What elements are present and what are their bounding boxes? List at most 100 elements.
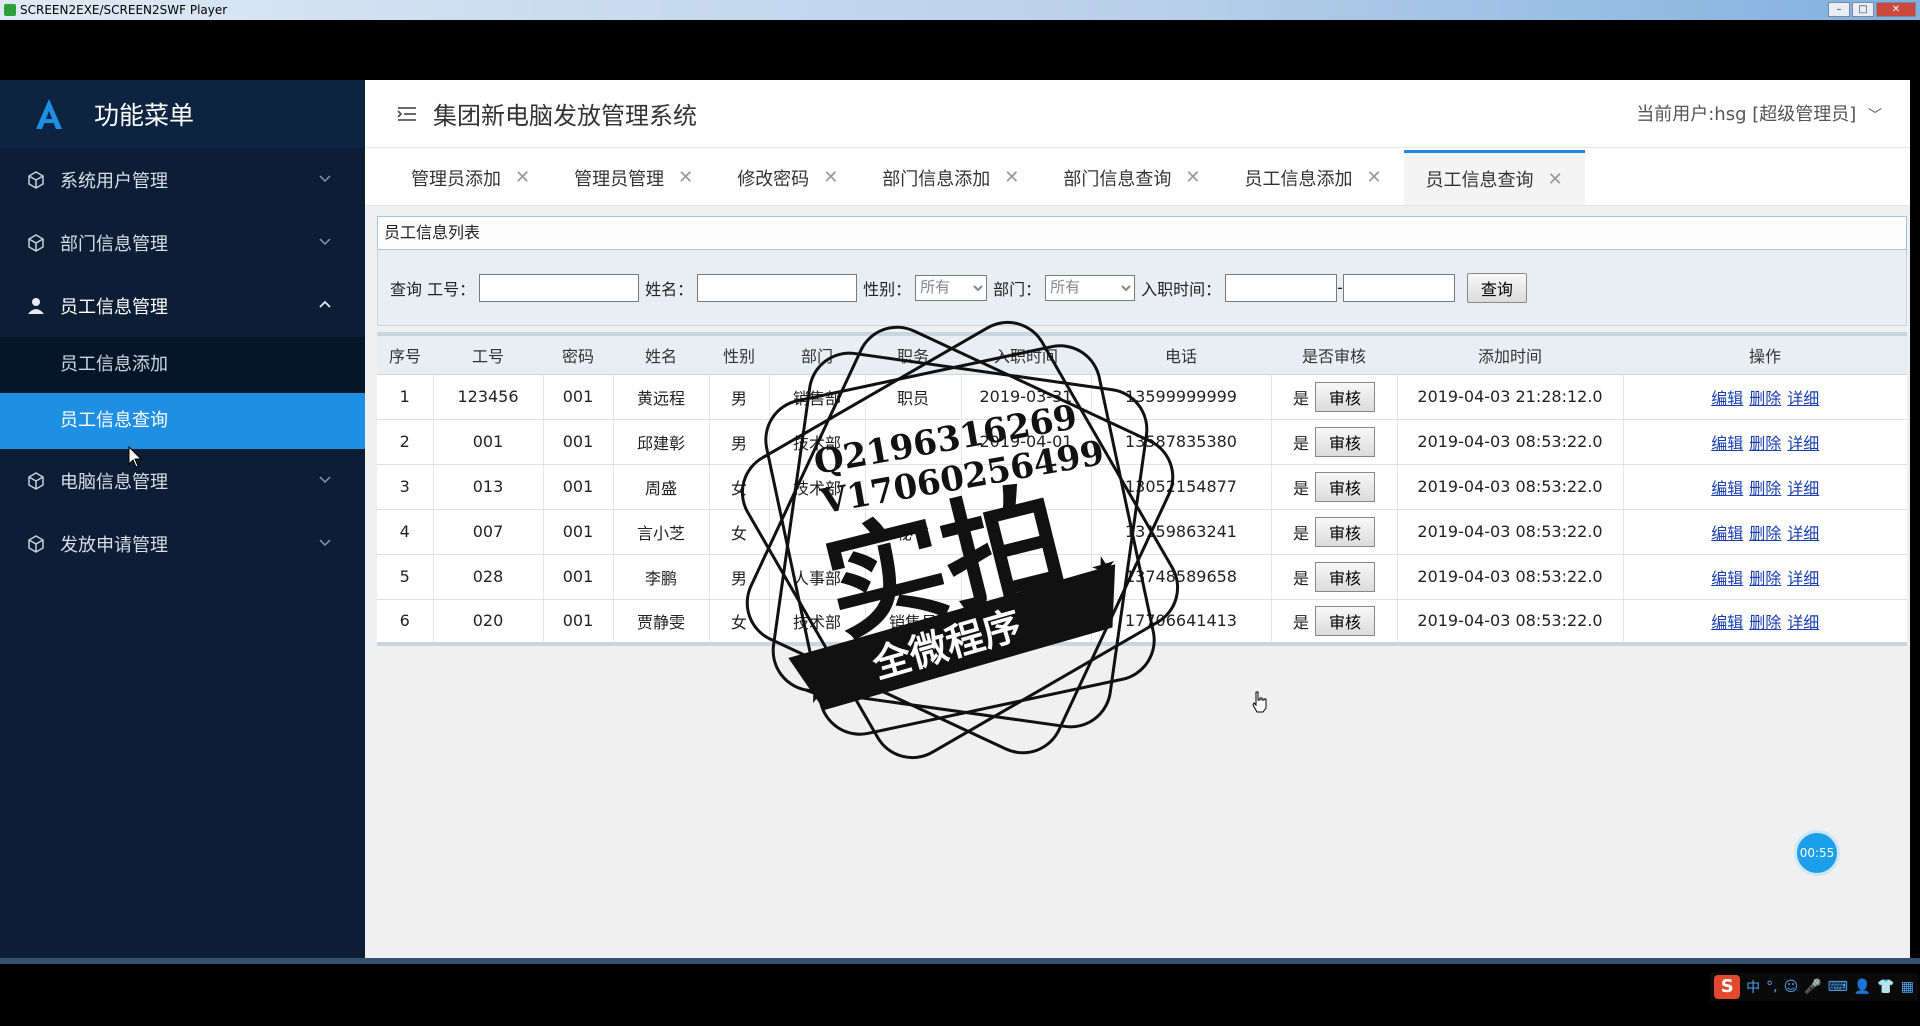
sidebar-item-computers[interactable]: 电脑信息管理 <box>0 449 365 512</box>
delete-link[interactable]: 删除 <box>1749 524 1781 543</box>
close-icon[interactable]: ✕ <box>678 167 693 188</box>
grid-icon[interactable]: ▦ <box>1901 979 1914 995</box>
tab-label: 部门信息查询 <box>1063 168 1172 190</box>
dept-select[interactable]: 所有 <box>1045 274 1136 301</box>
cell-no: 4 <box>377 509 434 555</box>
close-icon[interactable]: ✕ <box>1548 169 1563 190</box>
close-icon[interactable]: ✕ <box>1366 167 1381 188</box>
maximize-button[interactable]: □ <box>1852 2 1874 17</box>
delete-link[interactable]: 删除 <box>1749 434 1781 453</box>
tab-admin-manage[interactable]: 管理员管理 ✕ <box>552 150 715 205</box>
shirt-icon[interactable]: 👕 <box>1877 979 1894 995</box>
delete-link[interactable]: 删除 <box>1749 479 1781 498</box>
sidebar-subitem-employee-query[interactable]: 员工信息查询 <box>0 393 365 449</box>
detail-link[interactable]: 详细 <box>1787 479 1819 498</box>
menu-toggle-icon[interactable] <box>395 102 419 126</box>
ime-logo-icon[interactable]: S <box>1714 975 1741 999</box>
timer-badge[interactable]: 00:55 <box>1794 830 1840 876</box>
cell-title: 职员 <box>865 374 962 420</box>
delete-link[interactable]: 删除 <box>1749 613 1781 632</box>
cell-hired <box>961 554 1092 600</box>
close-icon[interactable]: ✕ <box>515 167 530 188</box>
edit-link[interactable]: 编辑 <box>1711 613 1743 632</box>
minimize-button[interactable]: – <box>1828 2 1850 17</box>
name-input[interactable] <box>697 273 858 302</box>
col-header: 部门 <box>769 334 865 375</box>
detail-link[interactable]: 详细 <box>1787 569 1819 588</box>
cell-name: 黄远程 <box>613 374 710 420</box>
name-label: 姓名： <box>645 279 694 299</box>
tab-admin-add[interactable]: 管理员添加 ✕ <box>389 150 552 205</box>
audit-button[interactable]: 审核 <box>1315 605 1375 636</box>
edit-link[interactable]: 编辑 <box>1711 434 1743 453</box>
table-row: 1 123456 001 黄远程男销售部 职员 2019-03-31 13599999999… <box>377 374 1907 420</box>
page-title: 集团新电脑发放管理系统 <box>433 102 697 130</box>
edit-link[interactable]: 编辑 <box>1711 389 1743 408</box>
punctuation-icon[interactable]: °, <box>1766 979 1777 995</box>
audited-value: 是 <box>1292 478 1309 498</box>
query-button[interactable]: 查询 <box>1466 272 1527 303</box>
hire-date-start-input[interactable] <box>1225 273 1338 302</box>
cell-actions: 编辑 删除 详细 <box>1623 509 1907 555</box>
cell-no: 6 <box>377 599 434 646</box>
emoji-icon[interactable]: ☺ <box>1784 979 1799 995</box>
cell-pwd: 001 <box>543 509 614 555</box>
cell-gender: 女 <box>709 599 770 646</box>
audited-value: 是 <box>1292 433 1309 453</box>
audit-button[interactable]: 审核 <box>1315 471 1375 502</box>
ime-mode[interactable]: 中 <box>1746 977 1760 997</box>
close-button[interactable]: ✕ <box>1876 2 1916 17</box>
sidebar-item-system-users[interactable]: 系统用户管理 <box>0 148 365 211</box>
sidebar-item-employees[interactable]: 员工信息管理 <box>0 274 365 337</box>
delete-link[interactable]: 删除 <box>1749 569 1781 588</box>
detail-link[interactable]: 详细 <box>1787 389 1819 408</box>
cell-title <box>865 464 962 510</box>
audit-button[interactable]: 审核 <box>1315 381 1375 412</box>
col-header: 职务 <box>865 334 961 375</box>
close-icon[interactable]: ✕ <box>823 167 838 188</box>
cell-pwd: 001 <box>543 599 614 646</box>
cell-id: 007 <box>433 509 544 555</box>
tab-employee-query[interactable]: 员工信息查询 ✕ <box>1403 150 1585 205</box>
tab-dept-query[interactable]: 部门信息查询 ✕ <box>1041 150 1222 205</box>
cell-dept: 技术部 <box>769 419 866 465</box>
user-icon[interactable]: 👤 <box>1854 979 1871 995</box>
cell-dept: 技术部 <box>769 464 866 510</box>
detail-link[interactable]: 详细 <box>1787 613 1819 632</box>
tab-dept-add[interactable]: 部门信息添加 ✕ <box>860 150 1041 205</box>
current-user-menu[interactable]: 当前用户:hsg [超级管理员] ﹀ <box>1636 100 1882 126</box>
employee-id-input[interactable] <box>479 273 640 302</box>
sidebar-subitem-employee-add[interactable]: 员工信息添加 <box>0 337 365 393</box>
sidebar-item-departments[interactable]: 部门信息管理 <box>0 211 365 274</box>
tab-change-password[interactable]: 修改密码 ✕ <box>715 150 860 205</box>
hire-date-end-input[interactable] <box>1342 273 1455 302</box>
chevron-down-icon <box>319 238 331 246</box>
gender-select[interactable]: 所有 <box>915 274 988 301</box>
detail-link[interactable]: 详细 <box>1787 434 1819 453</box>
cell-audited: 是审核 <box>1271 599 1398 646</box>
detail-link[interactable]: 详细 <box>1787 524 1819 543</box>
audit-button[interactable]: 审核 <box>1315 426 1375 457</box>
col-header: 是否审核 <box>1271 334 1397 375</box>
col-header: 序号 <box>377 334 433 375</box>
panel-title: 员工信息列表 <box>377 216 1907 250</box>
close-icon[interactable]: ✕ <box>1004 167 1019 188</box>
close-icon[interactable]: ✕ <box>1185 167 1200 188</box>
keyboard-icon[interactable]: ⌨ <box>1828 979 1848 995</box>
delete-link[interactable]: 删除 <box>1749 389 1781 408</box>
audit-button[interactable]: 审核 <box>1315 561 1375 592</box>
tab-employee-add[interactable]: 员工信息添加 ✕ <box>1222 150 1403 205</box>
edit-link[interactable]: 编辑 <box>1711 479 1743 498</box>
edit-link[interactable]: 编辑 <box>1711 569 1743 588</box>
cell-added: 2019-04-03 08:53:22.0 <box>1397 419 1624 465</box>
cell-id: 001 <box>433 419 544 465</box>
sidebar: 功能菜单 系统用户管理 部门信息管理 员工信息管理 员工信息添加 员工信息查询 … <box>0 80 365 958</box>
cell-gender: 男 <box>709 374 770 420</box>
mic-icon[interactable]: 🎤 <box>1804 979 1821 995</box>
audit-button[interactable]: 审核 <box>1315 516 1375 547</box>
edit-link[interactable]: 编辑 <box>1711 524 1743 543</box>
sidebar-item-applications[interactable]: 发放申请管理 <box>0 512 365 575</box>
chevron-down-icon <box>319 539 331 547</box>
cell-no: 3 <box>377 464 434 510</box>
table-header-row: 序号 工号 密码 姓名 性别 部门 职务 入职时间 电话 是否审核 添加时间 操… <box>377 334 1907 375</box>
